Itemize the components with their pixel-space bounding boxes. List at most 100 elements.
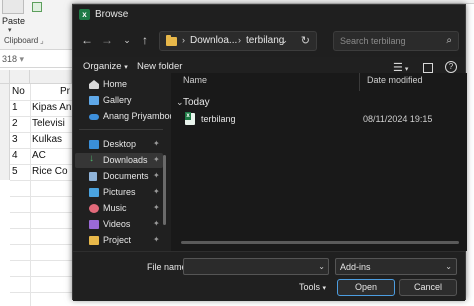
- title-bar[interactable]: x Browse: [73, 5, 465, 25]
- row-header[interactable]: [0, 164, 10, 180]
- paste-icon[interactable]: [2, 0, 24, 14]
- nav-label: Music: [103, 203, 127, 213]
- navigation-bar: ← → ⌄ ↑ › Downloa... › terbilang ⌄ ↻ Sea…: [73, 25, 465, 57]
- breadcrumb-separator-icon[interactable]: ›: [238, 35, 241, 45]
- open-button[interactable]: Open: [337, 279, 395, 296]
- group-header-today[interactable]: Today: [183, 97, 210, 108]
- dialog-title: Browse: [95, 9, 129, 20]
- nav-item-documents[interactable]: Documents ✦: [75, 169, 163, 184]
- nav-pane-scrollbar[interactable]: [163, 155, 166, 225]
- nav-item-downloads[interactable]: ↓ Downloads ✦: [75, 153, 163, 168]
- pin-icon[interactable]: ✦: [153, 235, 160, 244]
- excel-ribbon: Paste ▾ Clipboard ⌟: [0, 0, 72, 50]
- cancel-button[interactable]: Cancel: [399, 279, 457, 296]
- sheet-row: 5 Rice Co: [0, 164, 72, 180]
- address-bar[interactable]: › Downloa... › terbilang ⌄ ↻: [159, 31, 317, 51]
- documents-icon: [89, 172, 97, 181]
- preview-pane-icon[interactable]: [423, 63, 433, 73]
- chevron-down-icon[interactable]: ⌄: [318, 262, 325, 271]
- refresh-icon[interactable]: ↻: [301, 34, 310, 47]
- breadcrumb-terbilang[interactable]: terbilang: [246, 35, 284, 46]
- nav-item-desktop[interactable]: Desktop ✦: [75, 137, 163, 152]
- cell-number[interactable]: 4: [12, 148, 18, 164]
- videos-icon: [89, 220, 99, 229]
- cell-number[interactable]: 1: [12, 100, 18, 116]
- nav-item-home[interactable]: Home: [75, 77, 163, 92]
- browse-dialog: x Browse ← → ⌄ ↑ › Downloa... › terbilan…: [72, 4, 467, 301]
- cell-product[interactable]: Televisi: [32, 116, 65, 132]
- back-arrow-icon[interactable]: ←: [79, 32, 95, 48]
- file-type-value: Add-ins: [340, 262, 371, 272]
- up-arrow-icon[interactable]: ↑: [137, 32, 153, 48]
- file-name: terbilang: [201, 114, 236, 124]
- select-all-corner[interactable]: [0, 70, 10, 84]
- breadcrumb-downloads[interactable]: Downloa...: [190, 35, 237, 46]
- column-header-b[interactable]: [30, 70, 72, 84]
- search-box[interactable]: Search terbilang ⌕: [333, 31, 459, 51]
- pin-icon[interactable]: ✦: [153, 219, 160, 228]
- column-divider[interactable]: [359, 73, 360, 91]
- file-type-filter[interactable]: Add-ins ⌄: [335, 258, 457, 275]
- pin-icon[interactable]: ✦: [153, 203, 160, 212]
- desktop-icon: [89, 140, 99, 149]
- horizontal-scrollbar[interactable]: [181, 241, 459, 244]
- nav-item-onedrive[interactable]: Anang Priyambod: [75, 109, 171, 124]
- column-header-a[interactable]: [10, 70, 30, 84]
- search-placeholder: Search terbilang: [340, 36, 406, 46]
- new-folder-button[interactable]: New folder: [137, 61, 182, 72]
- cell-header-b[interactable]: Pr: [60, 84, 70, 100]
- cell-product[interactable]: Kipas An: [32, 100, 71, 116]
- file-name-input[interactable]: ⌄: [183, 258, 329, 275]
- grid-line: [10, 292, 72, 293]
- row-header[interactable]: [0, 148, 10, 164]
- row-header[interactable]: [0, 100, 10, 116]
- cell-product[interactable]: Rice Co: [32, 164, 68, 180]
- grid-line: [10, 244, 72, 245]
- search-icon[interactable]: ⌕: [446, 35, 452, 46]
- chevron-down-icon[interactable]: ⌄: [445, 262, 452, 271]
- cell-number[interactable]: 3: [12, 132, 18, 148]
- recent-locations-chevron-icon[interactable]: ⌄: [119, 32, 135, 48]
- name-box[interactable]: 318 ▾: [0, 52, 72, 68]
- cell-product[interactable]: AC: [32, 148, 46, 164]
- file-row[interactable]: terbilang 08/11/2024 19:15: [179, 111, 455, 127]
- paste-dropdown-icon[interactable]: ▾: [8, 26, 12, 34]
- forward-arrow-icon[interactable]: →: [99, 32, 115, 48]
- breadcrumb-separator-icon[interactable]: ›: [182, 35, 185, 45]
- nav-item-project[interactable]: Project ✦: [75, 233, 163, 248]
- file-date-modified: 08/11/2024 19:15: [363, 114, 433, 124]
- sheet-row: 3 Kulkas: [0, 132, 72, 148]
- pin-icon[interactable]: ✦: [153, 171, 160, 180]
- pictures-icon: [89, 188, 99, 197]
- nav-label: Documents: [103, 171, 149, 181]
- tools-menu[interactable]: Tools ▾: [299, 282, 326, 292]
- organize-menu[interactable]: Organize ▾: [83, 61, 128, 72]
- address-dropdown-icon[interactable]: ⌄: [280, 35, 288, 46]
- paste-button[interactable]: Paste: [2, 16, 25, 26]
- row-header[interactable]: [0, 116, 10, 132]
- cell-header-a[interactable]: No: [12, 84, 25, 100]
- cell-product[interactable]: Kulkas: [32, 132, 62, 148]
- nav-label: Videos: [103, 219, 131, 229]
- nav-item-gallery[interactable]: Gallery: [75, 93, 163, 108]
- row-header[interactable]: [0, 132, 10, 148]
- cell-number[interactable]: 5: [12, 164, 18, 180]
- help-icon[interactable]: ?: [445, 61, 457, 73]
- file-list: Name Date modified ⌄ Today terbilang 08/…: [171, 73, 467, 251]
- nav-label: Downloads: [103, 155, 148, 165]
- pin-icon[interactable]: ✦: [153, 139, 160, 148]
- pin-icon[interactable]: ✦: [153, 155, 160, 164]
- nav-item-videos[interactable]: Videos ✦: [75, 217, 163, 232]
- cell-number[interactable]: 2: [12, 116, 18, 132]
- pin-icon[interactable]: ✦: [153, 187, 160, 196]
- folder-icon: [166, 35, 177, 46]
- column-header-date-modified[interactable]: Date modified: [367, 75, 423, 85]
- nav-item-pictures[interactable]: Pictures ✦: [75, 185, 163, 200]
- column-header-name[interactable]: Name: [183, 75, 207, 85]
- nav-label: Anang Priyambod: [103, 111, 171, 121]
- row-header[interactable]: [0, 84, 10, 100]
- nav-item-music[interactable]: Music ✦: [75, 201, 163, 216]
- excel-app-icon: x: [79, 9, 90, 20]
- format-painter-icon[interactable]: [32, 2, 42, 12]
- dialog-launcher-icon[interactable]: ⌟: [40, 36, 44, 45]
